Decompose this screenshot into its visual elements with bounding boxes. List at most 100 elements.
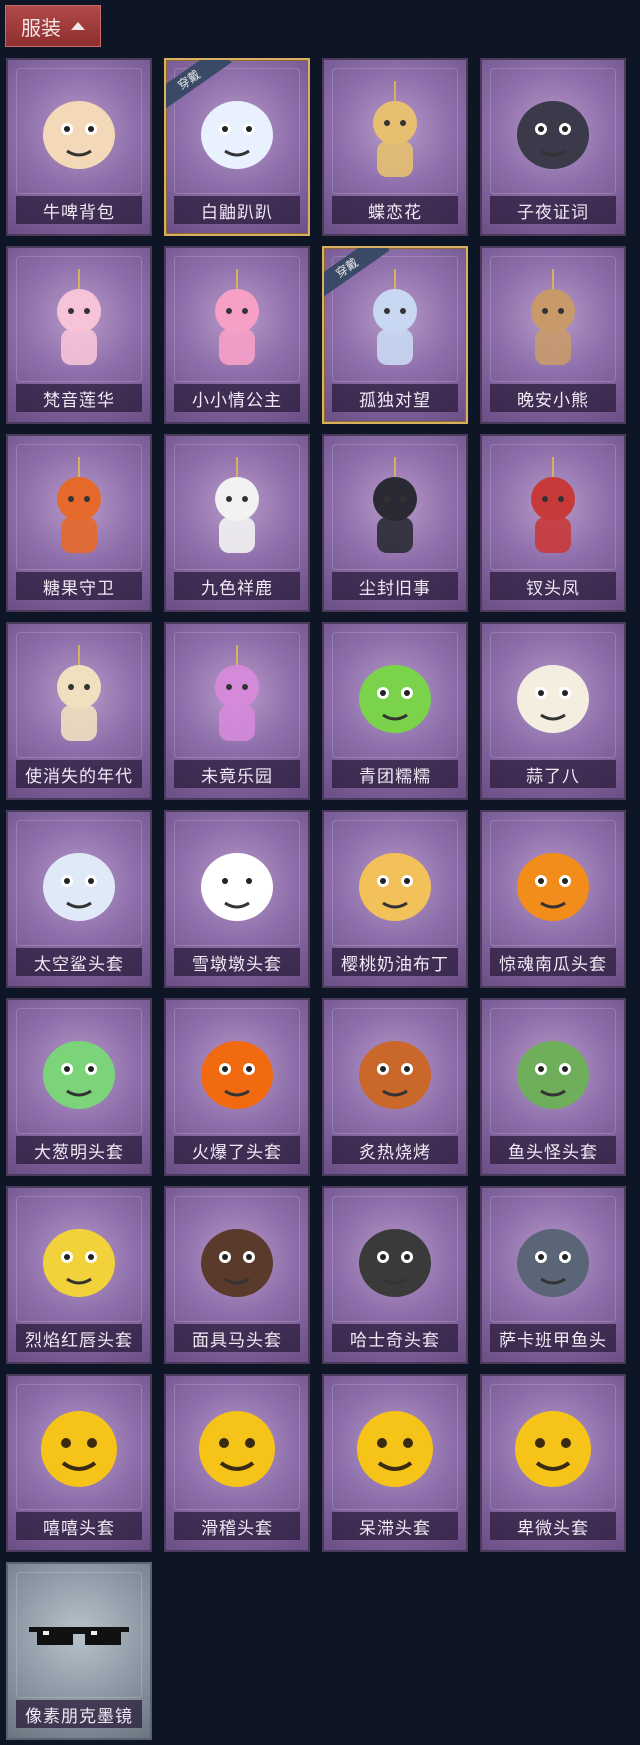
- space-shark-head-icon: [8, 818, 150, 948]
- costume-name: 滑稽头套: [174, 1512, 300, 1540]
- unfinished-paradise-doll-icon: [166, 630, 308, 760]
- costume-category-toggle[interactable]: 服装: [5, 5, 101, 47]
- red-lips-mask-icon: [8, 1194, 150, 1324]
- costume-card[interactable]: 未竟乐园: [164, 622, 310, 800]
- costume-name: 嘻嘻头套: [16, 1512, 142, 1540]
- costume-name: 晚安小熊: [490, 384, 616, 412]
- costume-card[interactable]: 雪墩墩头套: [164, 810, 310, 988]
- costume-name: 钗头凤: [490, 572, 616, 600]
- costume-card[interactable]: 穿戴 白鼬趴趴: [164, 58, 310, 236]
- costume-card[interactable]: 蝶恋花: [322, 58, 468, 236]
- phoenix-hairpin-doll-icon: [482, 442, 624, 572]
- costume-card[interactable]: 樱桃奶油布丁: [322, 810, 468, 988]
- costume-card[interactable]: 呆滞头套: [322, 1374, 468, 1552]
- costume-name: 面具马头套: [174, 1324, 300, 1352]
- costume-card[interactable]: 鱼头怪头套: [480, 998, 626, 1176]
- category-label: 服装: [21, 15, 61, 40]
- costume-name: 蝶恋花: [332, 196, 458, 224]
- costume-card[interactable]: 惊魂南瓜头套: [480, 810, 626, 988]
- costume-card[interactable]: 烈焰红唇头套: [6, 1186, 152, 1364]
- costume-name: 太空鲨头套: [16, 948, 142, 976]
- lotus-doll-icon: [8, 254, 150, 384]
- costume-card[interactable]: 晚安小熊: [480, 246, 626, 424]
- costume-name: 卑微头套: [490, 1512, 616, 1540]
- costume-name: 孤独对望: [332, 384, 458, 412]
- costume-name: 尘封旧事: [332, 572, 458, 600]
- costume-card[interactable]: 钗头凤: [480, 434, 626, 612]
- costume-name: 九色祥鹿: [174, 572, 300, 600]
- costume-card[interactable]: 炙热烧烤: [322, 998, 468, 1176]
- little-princess-icon: [166, 254, 308, 384]
- costume-card[interactable]: 蒜了八: [480, 622, 626, 800]
- costume-card[interactable]: 牛啤背包: [6, 58, 152, 236]
- costume-name: 白鼬趴趴: [174, 196, 300, 224]
- costume-name: 像素朋克墨镜: [16, 1700, 142, 1728]
- garlic-icon: [482, 630, 624, 760]
- costume-card[interactable]: 使消失的年代: [6, 622, 152, 800]
- costume-card[interactable]: 青团糯糯: [322, 622, 468, 800]
- humble-emoji-head-icon: [482, 1382, 624, 1512]
- butterfly-flower-pendant-icon: [324, 66, 466, 196]
- costume-card[interactable]: 子夜证词: [480, 58, 626, 236]
- costume-name: 呆滞头套: [332, 1512, 458, 1540]
- dazed-emoji-head-icon: [324, 1382, 466, 1512]
- dusty-past-doll-icon: [324, 442, 466, 572]
- costume-card[interactable]: 嘻嘻头套: [6, 1374, 152, 1552]
- pixel-sunglasses-icon: [8, 1570, 150, 1700]
- costume-card[interactable]: 面具马头套: [164, 1186, 310, 1364]
- vanished-era-doll-icon: [8, 630, 150, 760]
- costume-name: 烈焰红唇头套: [16, 1324, 142, 1352]
- candy-guard-pumpkin-icon: [8, 442, 150, 572]
- scallion-head-icon: [8, 1006, 150, 1136]
- costume-name: 萨卡班甲鱼头: [490, 1324, 616, 1352]
- good-night-bear-icon: [482, 254, 624, 384]
- costume-card[interactable]: 尘封旧事: [322, 434, 468, 612]
- jack-o-lantern-icon: [482, 818, 624, 948]
- costume-card[interactable]: 像素朋克墨镜: [6, 1562, 152, 1740]
- costume-name: 樱桃奶油布丁: [332, 948, 458, 976]
- costume-card[interactable]: 萨卡班甲鱼头: [480, 1186, 626, 1364]
- costume-name: 青团糯糯: [332, 760, 458, 788]
- costume-name: 哈士奇头套: [332, 1324, 458, 1352]
- costume-card[interactable]: 糖果守卫: [6, 434, 152, 612]
- sacabambaspis-icon: [482, 1194, 624, 1324]
- cherry-pudding-icon: [324, 818, 466, 948]
- costume-card[interactable]: 大葱明头套: [6, 998, 152, 1176]
- costume-card[interactable]: 滑稽头套: [164, 1374, 310, 1552]
- costume-card[interactable]: 太空鲨头套: [6, 810, 152, 988]
- costume-name: 牛啤背包: [16, 196, 142, 224]
- husky-mask-icon: [324, 1194, 466, 1324]
- costume-name: 使消失的年代: [16, 760, 142, 788]
- costume-name: 大葱明头套: [16, 1136, 142, 1164]
- costume-card[interactable]: 火爆了头套: [164, 998, 310, 1176]
- costume-name: 火爆了头套: [174, 1136, 300, 1164]
- costume-name: 梵音莲华: [16, 384, 142, 412]
- grin-emoji-head-icon: [8, 1382, 150, 1512]
- chevron-up-icon: [71, 22, 85, 30]
- horse-mask-icon: [166, 1194, 308, 1324]
- costume-card[interactable]: 穿戴 孤独对望: [322, 246, 468, 424]
- midnight-owl-icon: [482, 66, 624, 196]
- costume-name: 子夜证词: [490, 196, 616, 224]
- costume-name: 小小情公主: [174, 384, 300, 412]
- fish-head-mask-icon: [482, 1006, 624, 1136]
- item-grid: 牛啤背包 穿戴 白鼬趴趴 蝶恋花 子夜证词梵音莲华 小小情公主 穿戴 孤独对望 晚安小熊糖果守卫…: [6, 58, 626, 1740]
- fireball-head-icon: [166, 1006, 308, 1136]
- nine-color-deer-icon: [166, 442, 308, 572]
- costume-name: 鱼头怪头套: [490, 1136, 616, 1164]
- costume-card[interactable]: 梵音莲华: [6, 246, 152, 424]
- cow-beer-backpack-icon: [8, 66, 150, 196]
- costume-name: 糖果守卫: [16, 572, 142, 600]
- costume-name: 惊魂南瓜头套: [490, 948, 616, 976]
- costume-name: 未竟乐园: [174, 760, 300, 788]
- green-dumpling-icon: [324, 630, 466, 760]
- costume-card[interactable]: 九色祥鹿: [164, 434, 310, 612]
- costume-card[interactable]: 小小情公主: [164, 246, 310, 424]
- costume-name: 雪墩墩头套: [174, 948, 300, 976]
- smirk-emoji-head-icon: [166, 1382, 308, 1512]
- costume-card[interactable]: 哈士奇头套: [322, 1186, 468, 1364]
- bbq-meat-icon: [324, 1006, 466, 1136]
- costume-card[interactable]: 卑微头套: [480, 1374, 626, 1552]
- costume-name: 蒜了八: [490, 760, 616, 788]
- snowman-head-icon: [166, 818, 308, 948]
